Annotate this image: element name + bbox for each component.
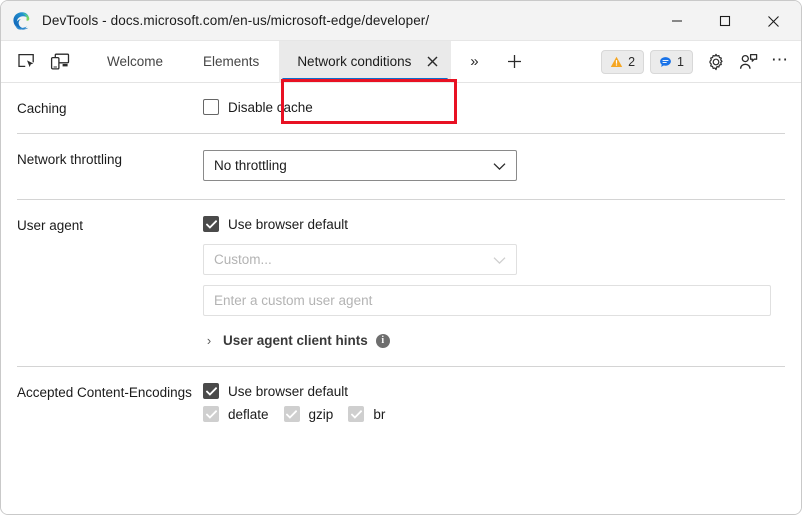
- network-throttling-select[interactable]: No throttling: [203, 150, 517, 181]
- accepted-content-encodings-controls: Use browser default deflate gzip br: [203, 383, 785, 422]
- feedback-button[interactable]: [733, 48, 763, 76]
- encoding-deflate-row[interactable]: deflate: [203, 406, 269, 422]
- caching-label: Caching: [17, 101, 67, 116]
- encoding-gzip-row[interactable]: gzip: [283, 406, 334, 422]
- close-tab-icon[interactable]: [423, 53, 441, 71]
- ua-use-browser-default-checkbox[interactable]: [203, 216, 219, 232]
- feedback-icon: [739, 53, 757, 69]
- user-agent-label: User agent: [17, 218, 84, 233]
- user-agent-preset-select[interactable]: Custom...: [203, 244, 517, 275]
- window-title: DevTools - docs.microsoft.com/en-us/micr…: [42, 13, 430, 28]
- accepted-content-encodings-label: Accepted Content-Encodings: [17, 385, 192, 400]
- warning-triangle-icon: [610, 56, 623, 67]
- minimize-icon: [672, 20, 682, 22]
- network-throttling-value: No throttling: [214, 158, 287, 173]
- chevron-double-right-icon: »: [470, 53, 479, 70]
- network-throttling-controls: No throttling: [203, 150, 785, 181]
- messages-badge[interactable]: 1: [650, 50, 693, 74]
- device-emulation-icon: [50, 53, 70, 70]
- user-agent-client-hints-toggle[interactable]: › User agent client hints i: [203, 333, 785, 348]
- devtools-tab-strip: Welcome Elements Network conditions » 2 …: [1, 40, 801, 124]
- more-tabs-button[interactable]: »: [459, 48, 489, 76]
- chevron-down-icon: [493, 252, 506, 267]
- encoding-br-checkbox: [348, 406, 365, 422]
- disable-cache-label: Disable cache: [228, 99, 313, 115]
- enc-use-browser-default-row[interactable]: Use browser default: [203, 383, 785, 399]
- close-icon: [767, 15, 779, 27]
- title-bar: DevTools - docs.microsoft.com/en-us/micr…: [1, 1, 801, 41]
- tab-label: Welcome: [107, 54, 164, 69]
- encodings-group: deflate gzip br: [203, 406, 785, 422]
- user-agent-controls: Use browser default Custom... Enter a cu…: [203, 216, 785, 348]
- gear-icon: [709, 53, 723, 71]
- tab-welcome[interactable]: Welcome: [87, 41, 183, 83]
- enc-use-browser-default-label: Use browser default: [228, 383, 349, 399]
- tab-network-conditions[interactable]: Network conditions: [279, 40, 452, 83]
- user-agent-client-hints-label: User agent client hints: [223, 333, 368, 348]
- encoding-gzip-label: gzip: [308, 406, 334, 422]
- tab-label: Network conditions: [297, 54, 412, 69]
- add-tab-button[interactable]: [499, 48, 529, 76]
- device-emulation-button[interactable]: [45, 48, 75, 76]
- custom-user-agent-placeholder: Enter a custom user agent: [214, 293, 373, 308]
- encoding-br-row[interactable]: br: [348, 406, 385, 422]
- chevron-right-icon: ›: [206, 333, 212, 348]
- info-icon[interactable]: i: [375, 333, 390, 348]
- warnings-badge[interactable]: 2: [601, 50, 645, 74]
- ua-use-browser-default-row[interactable]: Use browser default: [203, 216, 785, 232]
- messages-count: 1: [677, 55, 684, 69]
- tab-label: Elements: [203, 54, 260, 69]
- disable-cache-row[interactable]: Disable cache: [203, 99, 785, 115]
- custom-user-agent-input[interactable]: Enter a custom user agent: [203, 285, 771, 316]
- edge-logo-icon: [12, 11, 32, 31]
- encoding-br-label: br: [373, 406, 386, 422]
- more-options-icon: ⋯: [771, 49, 789, 69]
- network-throttling-label: Network throttling: [17, 152, 123, 167]
- section-accepted-content-encodings: Accepted Content-Encodings Use browser d…: [1, 367, 801, 438]
- encoding-gzip-checkbox: [283, 406, 300, 422]
- minimize-button[interactable]: [653, 1, 701, 41]
- message-bubble-icon: [660, 56, 671, 67]
- caching-controls: Disable cache: [203, 99, 785, 117]
- ua-use-browser-default-label: Use browser default: [228, 216, 349, 232]
- enc-use-browser-default-checkbox[interactable]: [203, 383, 219, 399]
- inspect-element-button[interactable]: [11, 48, 41, 76]
- chevron-down-icon: [493, 158, 506, 173]
- section-user-agent: User agent Use browser default Custom...: [1, 200, 801, 366]
- plus-icon: [507, 55, 521, 68]
- window-controls: [653, 1, 801, 41]
- toolbar-right-tools: 2 1 ⋯: [601, 41, 795, 83]
- devtools-window: DevTools - docs.microsoft.com/en-us/micr…: [0, 0, 802, 515]
- maximize-button[interactable]: [701, 1, 749, 41]
- encoding-deflate-label: deflate: [228, 406, 269, 422]
- tab-elements[interactable]: Elements: [183, 41, 279, 83]
- settings-button[interactable]: [701, 48, 731, 76]
- encoding-deflate-checkbox: [203, 406, 219, 422]
- network-conditions-panel: Caching Disable cache Network throttling: [1, 83, 801, 514]
- warnings-count: 2: [628, 55, 636, 69]
- more-options-button[interactable]: ⋯: [765, 48, 795, 76]
- close-button[interactable]: [749, 1, 797, 41]
- disable-cache-checkbox[interactable]: [203, 99, 219, 115]
- maximize-icon: [719, 15, 731, 27]
- section-network-throttling: Network throttling No throttling: [1, 134, 801, 199]
- user-agent-preset-value: Custom...: [214, 252, 272, 267]
- section-caching: Caching Disable cache: [1, 83, 801, 133]
- inspect-element-icon: [17, 53, 34, 68]
